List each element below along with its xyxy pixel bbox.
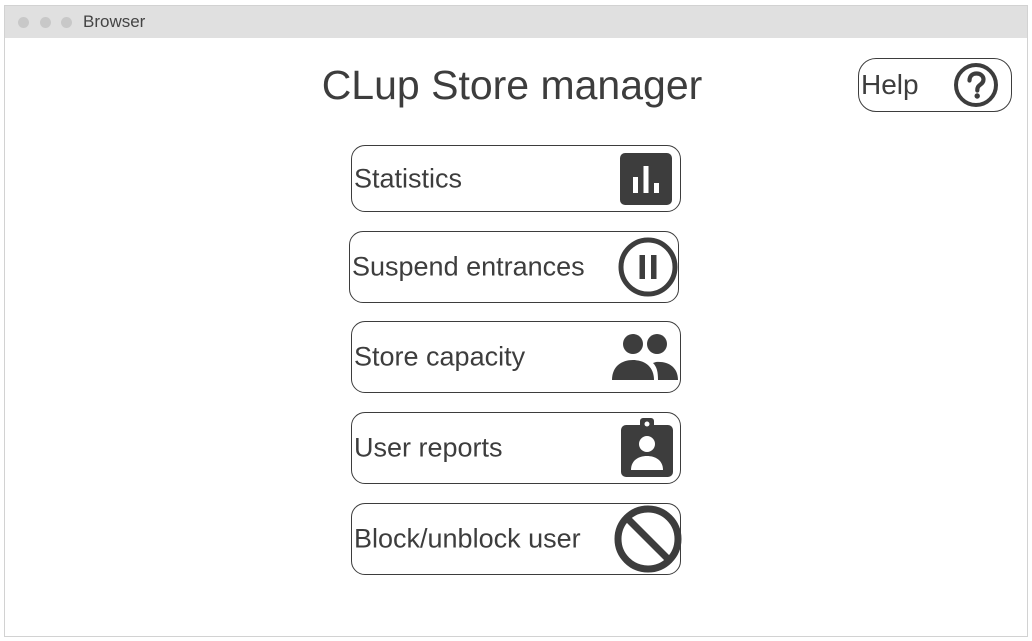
user-reports-label: User reports: [354, 432, 503, 463]
user-reports-button[interactable]: User reports: [351, 412, 681, 484]
suspend-entrances-label: Suspend entrances: [352, 251, 585, 282]
store-capacity-button[interactable]: Store capacity: [351, 321, 681, 393]
store-capacity-label: Store capacity: [354, 341, 526, 372]
block-unblock-user-button[interactable]: Block/unblock user: [351, 503, 682, 575]
people-icon: [612, 334, 678, 380]
suspend-entrances-button[interactable]: Suspend entrances: [349, 231, 679, 303]
badge-icon: [621, 418, 673, 477]
help-circle-icon: [954, 63, 998, 107]
window-titlebar: Browser: [5, 6, 1027, 38]
pause-circle-icon: [618, 237, 678, 297]
bar-chart-icon: [620, 152, 672, 205]
block-icon: [614, 505, 682, 573]
statistics-label: Statistics: [354, 163, 463, 193]
help-button[interactable]: Help: [858, 58, 1012, 112]
window-title: Browser: [83, 12, 146, 31]
window-close-dot[interactable]: [18, 17, 29, 28]
window-minimize-dot[interactable]: [40, 17, 51, 28]
statistics-button[interactable]: Statistics: [351, 145, 681, 212]
block-unblock-user-label: Block/unblock user: [354, 523, 581, 554]
help-button-label: Help: [861, 69, 919, 100]
browser-window: Browser CLup Store manager Help Statisti…: [4, 5, 1028, 637]
window-maximize-dot[interactable]: [61, 17, 72, 28]
